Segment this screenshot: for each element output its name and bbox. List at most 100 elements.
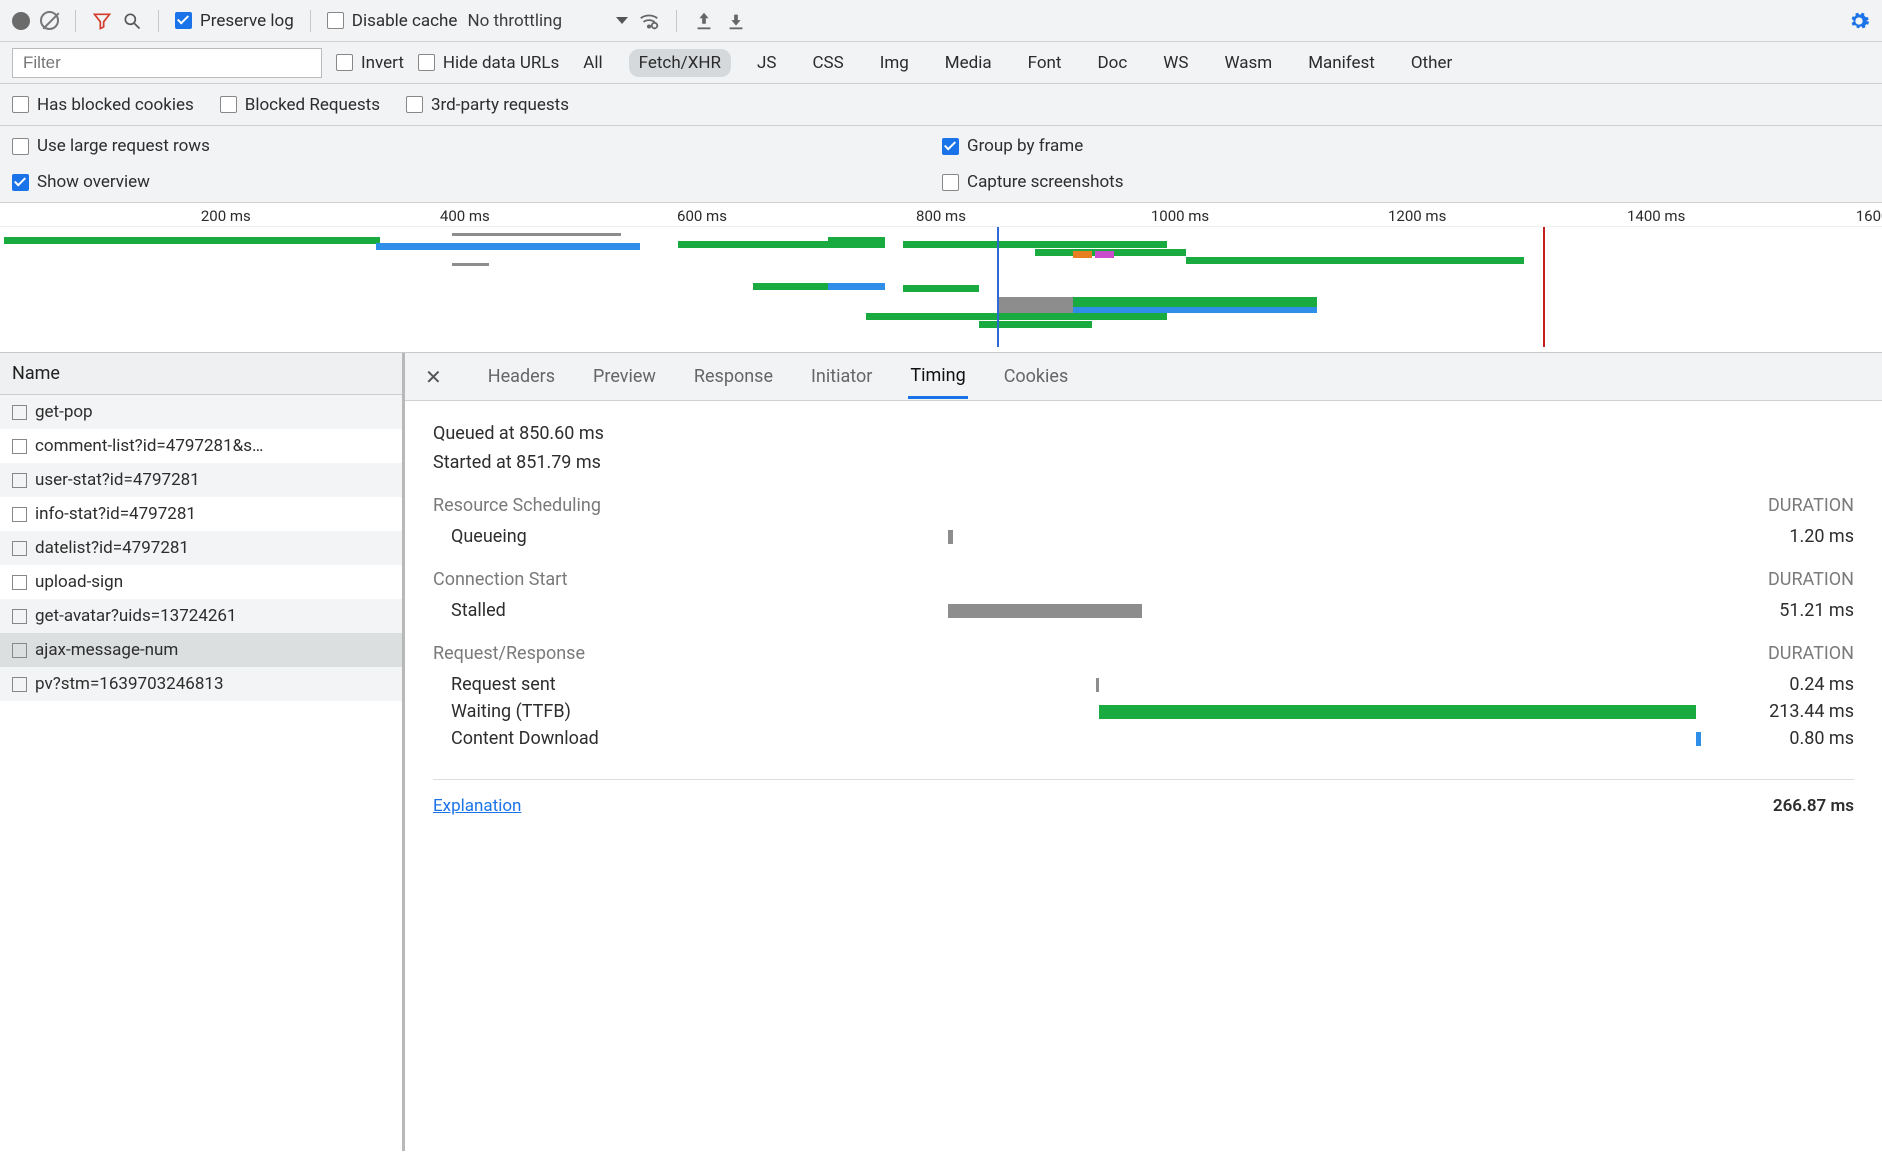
- record-icon[interactable]: [12, 12, 30, 30]
- resource-type-wasm[interactable]: Wasm: [1214, 49, 1282, 77]
- details-tab-response[interactable]: Response: [692, 356, 775, 397]
- timing-row-request-sent: Request sent 0.24 ms: [433, 674, 1854, 695]
- blocked-requests-checkbox[interactable]: Blocked Requests: [220, 95, 380, 115]
- throttling-chevron-down-icon[interactable]: [616, 17, 628, 24]
- third-party-label: 3rd-party requests: [431, 95, 569, 115]
- network-main: Name get-pop comment-list?id=4797281&s… us…: [0, 353, 1882, 1151]
- connection-start-header: Connection Start: [433, 569, 568, 590]
- resource-type-img[interactable]: Img: [870, 49, 919, 77]
- overview-tick: 1400 ms: [1627, 207, 1685, 225]
- request-type-icon: [12, 507, 27, 522]
- request-type-icon: [12, 405, 27, 420]
- has-blocked-cookies-checkbox[interactable]: Has blocked cookies: [12, 95, 194, 115]
- disable-cache-label: Disable cache: [352, 11, 458, 31]
- filter-input[interactable]: [12, 48, 322, 78]
- request-type-icon: [12, 575, 27, 590]
- resource-type-manifest[interactable]: Manifest: [1298, 49, 1385, 77]
- request-sent-value: 0.24 ms: [1724, 674, 1854, 695]
- details-tabs: ✕ Headers Preview Response Initiator Timing C…: [405, 353, 1882, 401]
- preserve-log-checkbox[interactable]: Preserve log: [175, 11, 294, 31]
- overview-tick: 200 ms: [201, 207, 251, 225]
- overview-bars: [0, 227, 1882, 347]
- invert-checkbox[interactable]: Invert: [336, 53, 404, 73]
- preserve-log-label: Preserve log: [200, 11, 294, 31]
- request-type-icon: [12, 677, 27, 692]
- resource-type-js[interactable]: JS: [747, 49, 786, 77]
- request-row[interactable]: comment-list?id=4797281&s…: [0, 429, 402, 463]
- group-by-frame-checkbox[interactable]: Group by frame: [942, 136, 1124, 156]
- request-name: get-avatar?uids=13724261: [35, 606, 237, 626]
- close-icon[interactable]: ✕: [425, 365, 442, 389]
- timing-row-stalled: Stalled 51.21 ms: [433, 600, 1854, 621]
- request-name: datelist?id=4797281: [35, 538, 189, 558]
- timing-body: Queued at 850.60 ms Started at 851.79 ms…: [405, 401, 1882, 1151]
- started-at-text: Started at 851.79 ms: [433, 452, 1854, 473]
- resource-type-font[interactable]: Font: [1018, 49, 1072, 77]
- resource-scheduling-header: Resource Scheduling: [433, 495, 601, 516]
- network-options-row: Use large request rows Show overview Gro…: [0, 126, 1882, 203]
- resource-type-all[interactable]: All: [573, 49, 612, 77]
- details-tab-preview[interactable]: Preview: [591, 356, 658, 397]
- request-row[interactable]: ajax-message-num: [0, 633, 402, 667]
- request-row[interactable]: get-avatar?uids=13724261: [0, 599, 402, 633]
- overview-tick: 800 ms: [916, 207, 966, 225]
- clear-icon[interactable]: [40, 11, 59, 30]
- duration-header: DURATION: [1768, 643, 1854, 664]
- capture-screenshots-checkbox[interactable]: Capture screenshots: [942, 172, 1124, 192]
- network-conditions-icon[interactable]: [638, 10, 660, 32]
- filter-icon[interactable]: [92, 11, 112, 31]
- request-list-header[interactable]: Name: [0, 353, 402, 395]
- explanation-link[interactable]: Explanation: [433, 796, 521, 816]
- download-icon[interactable]: [725, 10, 747, 32]
- request-response-header: Request/Response: [433, 643, 585, 664]
- request-type-icon: [12, 473, 27, 488]
- request-row[interactable]: info-stat?id=4797281: [0, 497, 402, 531]
- upload-icon[interactable]: [693, 10, 715, 32]
- show-overview-label: Show overview: [37, 172, 150, 192]
- third-party-checkbox[interactable]: 3rd-party requests: [406, 95, 569, 115]
- separator: [75, 10, 76, 32]
- resource-type-media[interactable]: Media: [935, 49, 1002, 77]
- gear-icon[interactable]: [1848, 10, 1870, 32]
- request-name: pv?stm=1639703246813: [35, 674, 224, 694]
- request-name: info-stat?id=4797281: [35, 504, 196, 524]
- blocked-requests-label: Blocked Requests: [245, 95, 380, 115]
- hide-data-urls-checkbox[interactable]: Hide data URLs: [418, 53, 559, 73]
- request-sent-label: Request sent: [433, 674, 703, 695]
- content-download-value: 0.80 ms: [1724, 728, 1854, 749]
- details-tab-headers[interactable]: Headers: [486, 356, 557, 397]
- disable-cache-checkbox[interactable]: Disable cache: [327, 11, 458, 31]
- request-type-icon: [12, 541, 27, 556]
- group-by-frame-label: Group by frame: [967, 136, 1083, 156]
- content-download-label: Content Download: [433, 728, 703, 749]
- total-duration: 266.87 ms: [1773, 796, 1854, 816]
- show-overview-checkbox[interactable]: Show overview: [12, 172, 942, 192]
- request-row[interactable]: pv?stm=1639703246813: [0, 667, 402, 701]
- request-row[interactable]: upload-sign: [0, 565, 402, 599]
- overview-tick: 400 ms: [440, 207, 490, 225]
- divider: [433, 779, 1854, 780]
- network-overview[interactable]: 200 ms400 ms600 ms800 ms1000 ms1200 ms14…: [0, 203, 1882, 353]
- resource-type-ws[interactable]: WS: [1153, 49, 1198, 77]
- stalled-value: 51.21 ms: [1724, 600, 1854, 621]
- resource-type-other[interactable]: Other: [1401, 49, 1462, 77]
- details-panel: ✕ Headers Preview Response Initiator Timing C…: [405, 353, 1882, 1151]
- details-tab-timing[interactable]: Timing: [908, 355, 967, 399]
- throttling-select[interactable]: No throttling: [467, 11, 562, 31]
- request-row[interactable]: get-pop: [0, 395, 402, 429]
- request-name: comment-list?id=4797281&s…: [35, 436, 263, 456]
- request-name: ajax-message-num: [35, 640, 178, 660]
- network-toolbar: Preserve log Disable cache No throttling: [0, 0, 1882, 42]
- search-icon[interactable]: [122, 11, 142, 31]
- separator: [158, 10, 159, 32]
- waiting-label: Waiting (TTFB): [433, 701, 703, 722]
- large-rows-checkbox[interactable]: Use large request rows: [12, 136, 942, 156]
- resource-type-css[interactable]: CSS: [802, 49, 853, 77]
- details-tab-initiator[interactable]: Initiator: [809, 356, 874, 397]
- resource-type-fetchxhr[interactable]: Fetch/XHR: [629, 49, 731, 77]
- resource-type-doc[interactable]: Doc: [1088, 49, 1138, 77]
- request-name: user-stat?id=4797281: [35, 470, 200, 490]
- request-row[interactable]: user-stat?id=4797281: [0, 463, 402, 497]
- request-row[interactable]: datelist?id=4797281: [0, 531, 402, 565]
- details-tab-cookies[interactable]: Cookies: [1002, 356, 1071, 397]
